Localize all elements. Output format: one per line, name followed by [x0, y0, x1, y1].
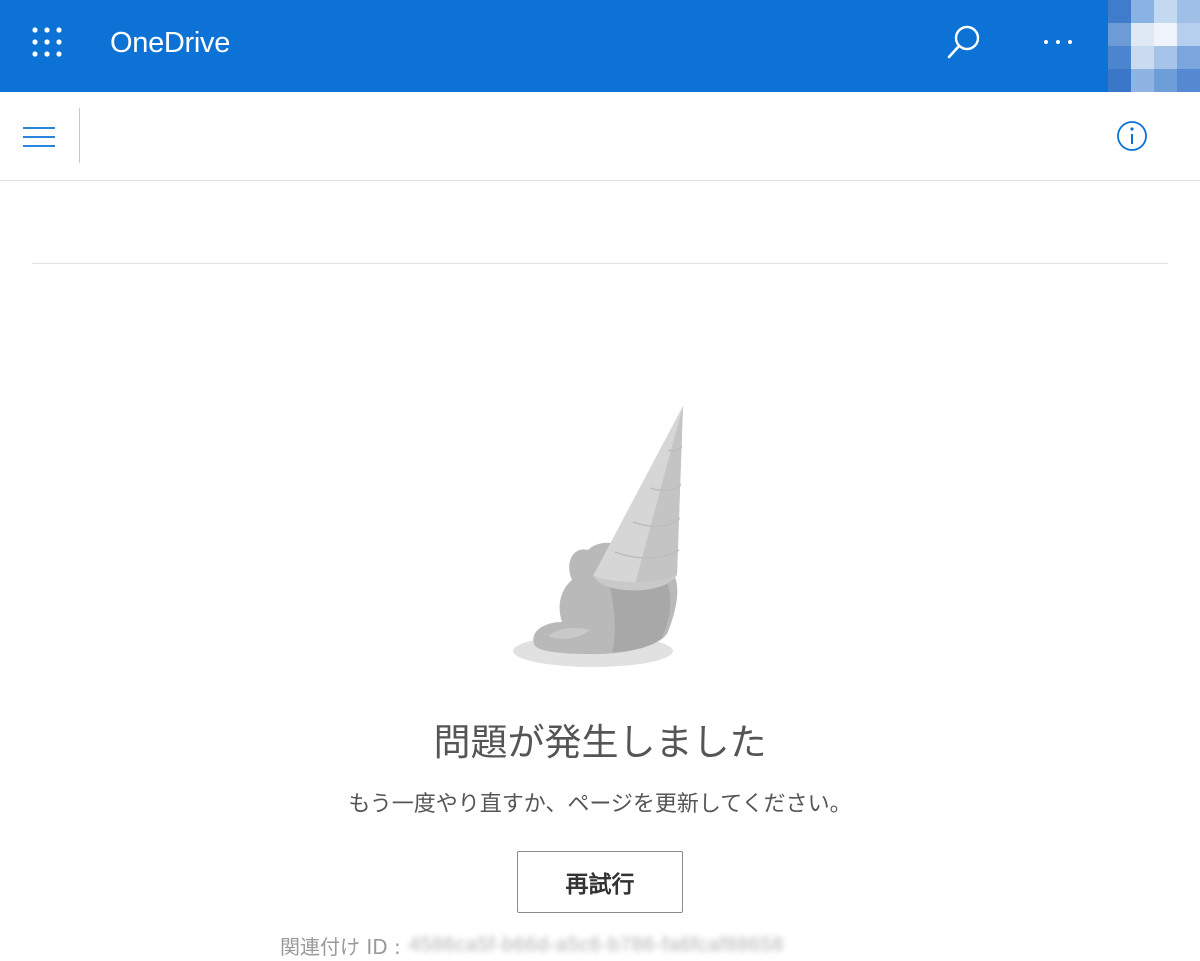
dropped-ice-cream-icon: [513, 406, 683, 667]
content-divider: [32, 263, 1168, 264]
account-avatar[interactable]: [1108, 0, 1200, 92]
search-icon: [947, 25, 980, 59]
more-icon: [1044, 40, 1072, 44]
hamburger-menu-icon: [23, 127, 55, 147]
correlation-id-value: 4586ca5f-b66d-a5c6-b786-fa6fcaf88658: [408, 934, 784, 956]
app-launcher-icon: [32, 27, 62, 57]
app-launcher-button[interactable]: [27, 22, 67, 62]
more-options-button[interactable]: [1034, 22, 1082, 62]
info-button[interactable]: [1112, 116, 1152, 156]
command-bar-divider: [79, 108, 80, 163]
suite-header: OneDrive: [0, 0, 1200, 92]
search-button[interactable]: [940, 20, 986, 66]
command-bar: [0, 92, 1200, 181]
correlation-id-label: 関連付け ID :: [280, 935, 401, 959]
avatar-image: [1108, 0, 1200, 92]
app-name-link[interactable]: OneDrive: [110, 27, 230, 60]
error-message: もう一度やり直すか、ページを更新してください。: [348, 792, 852, 817]
error-title: 問題が発生しました: [433, 721, 767, 764]
correlation-id: 関連付け ID : 4586ca5f-b66d-a5c6-b786-fa6fca…: [280, 930, 784, 961]
error-illustration: [500, 400, 700, 680]
retry-button[interactable]: 再試行: [517, 851, 683, 913]
navigation-toggle-button[interactable]: [18, 116, 60, 158]
info-icon: [1117, 121, 1147, 151]
onedrive-app: OneDrive 問題が発生しました もう一度やり直すか、ページを更新してくださ…: [0, 0, 1200, 961]
